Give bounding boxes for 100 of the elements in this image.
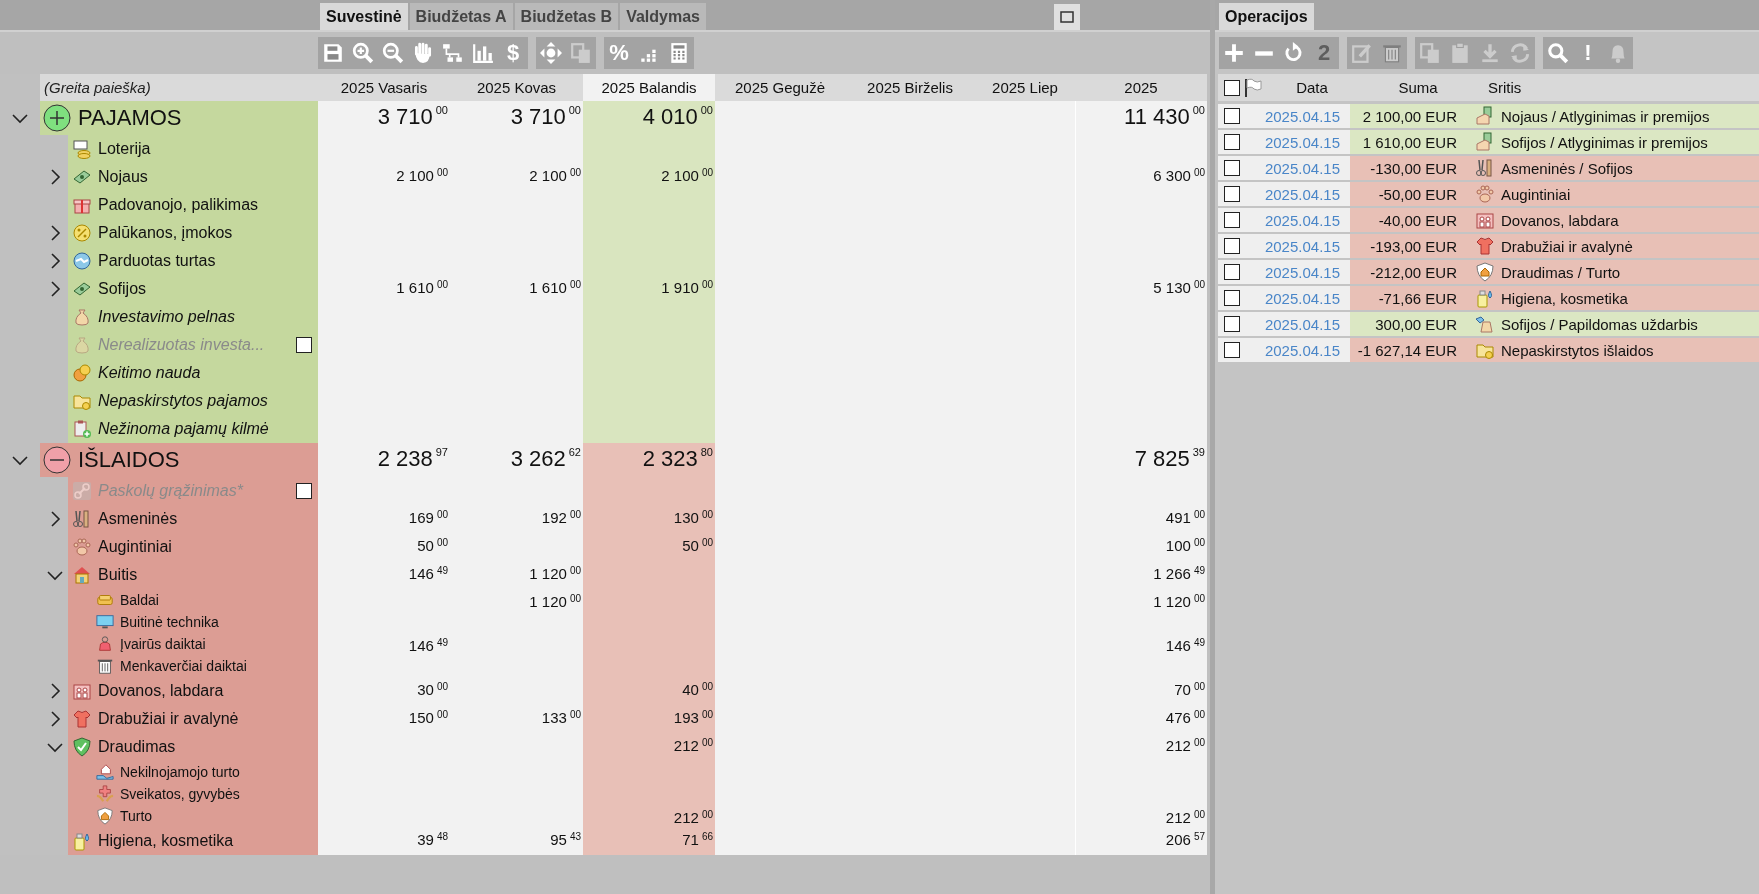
- column-header[interactable]: 2025 Vasaris: [318, 74, 450, 101]
- calculator-icon: [668, 42, 690, 64]
- category-name[interactable]: Baldai: [120, 592, 159, 608]
- category-name[interactable]: Nekilnojamojo turto: [120, 764, 240, 780]
- row-checkbox[interactable]: [1224, 316, 1240, 332]
- coins-icon: [72, 363, 92, 383]
- clipboard-icon: [72, 419, 92, 439]
- trash-icon: [96, 657, 114, 675]
- money-bag-icon: [72, 335, 92, 355]
- column-header[interactable]: Sritis: [1488, 79, 1522, 96]
- category-name[interactable]: Nežinoma pajamų kilmė: [98, 420, 269, 438]
- category-name[interactable]: Palūkanos, įmokos: [98, 224, 233, 242]
- maximize-button[interactable]: [1054, 4, 1080, 30]
- section-title[interactable]: IŠLAIDOS: [78, 447, 180, 473]
- amount-cell: -50,00 EUR: [1350, 182, 1465, 206]
- shirt-icon: [1475, 236, 1495, 256]
- bottle-icon: [72, 831, 92, 851]
- amount-cell: 50 $^{00}$: [583, 533, 715, 561]
- amount-cell: 4 010$^{00}$: [583, 101, 715, 135]
- amount-cell: -71,66 EUR: [1350, 286, 1465, 310]
- amount-cell: 212 $^{00}$: [583, 733, 715, 761]
- amount-cell: -212,00 EUR: [1350, 260, 1465, 284]
- amount-cell: 1 610,00 EUR: [1350, 130, 1465, 154]
- category-name[interactable]: Įvairūs daiktai: [120, 636, 206, 652]
- comb-icon: [1475, 158, 1495, 178]
- row-checkbox[interactable]: [1224, 186, 1240, 202]
- section-title[interactable]: PAJAMOS: [78, 105, 182, 131]
- row-checkbox[interactable]: [1224, 290, 1240, 306]
- save-icon: [322, 42, 344, 64]
- amount-cell: -130,00 EUR: [1350, 156, 1465, 180]
- category-name[interactable]: Turto: [120, 808, 153, 824]
- row-checkbox[interactable]: [1224, 108, 1240, 124]
- row-checkbox[interactable]: [1224, 212, 1240, 228]
- view-tab[interactable]: Valdymas: [620, 3, 706, 30]
- category-name[interactable]: Sofijos: [98, 280, 147, 298]
- category-name: Asmeninės / Sofijos: [1501, 159, 1633, 177]
- category-name[interactable]: Higiena, kosmetika: [98, 832, 234, 850]
- link-icon: [72, 481, 92, 501]
- category-name[interactable]: Buitis: [98, 566, 138, 584]
- amount-cell: 206 $^{57}$: [1075, 827, 1207, 855]
- column-header[interactable]: 2025 Liep: [975, 74, 1075, 101]
- select-all-checkbox[interactable]: [1224, 79, 1240, 96]
- row-checkbox[interactable]: [1224, 264, 1240, 280]
- category-name[interactable]: Nepaskirstytos pajamos: [98, 392, 268, 410]
- column-header[interactable]: 2025 Kovas: [450, 74, 583, 101]
- category-name[interactable]: Draudimas: [98, 738, 176, 756]
- column-header[interactable]: Data: [1266, 79, 1358, 96]
- amount-cell: 300,00 EUR: [1350, 312, 1465, 336]
- amount-cell: 5 130 $^{00}$: [1075, 275, 1207, 303]
- view-tab[interactable]: Biudžetas A: [409, 3, 513, 30]
- column-header[interactable]: 2025 Birželis: [845, 74, 975, 101]
- coin-icon: [72, 223, 92, 243]
- comb-icon: [72, 509, 92, 529]
- shield-icon: [1475, 262, 1495, 282]
- clipboard-icon: [1449, 42, 1471, 64]
- column-header[interactable]: 2025 Gegužė: [715, 74, 845, 101]
- sync-icon: [1509, 42, 1531, 64]
- category-name[interactable]: Padovanojo, palikimas: [98, 196, 259, 214]
- view-tab[interactable]: Suvestinė: [320, 3, 408, 30]
- category-name[interactable]: Nojaus: [98, 168, 148, 186]
- view-tab[interactable]: Biudžetas B: [514, 3, 619, 30]
- amount-cell: -1 627,14 EUR: [1350, 338, 1465, 362]
- row-checkbox[interactable]: [1224, 160, 1240, 176]
- category-name: Draudimas / Turto: [1501, 263, 1621, 281]
- column-header[interactable]: Suma: [1358, 79, 1478, 96]
- zoom-out-icon: [382, 42, 404, 64]
- paw-icon: [1475, 184, 1495, 204]
- category-name[interactable]: Asmeninės: [98, 510, 178, 528]
- amount-cell: 100 $^{00}$: [1075, 533, 1207, 561]
- row-checkbox[interactable]: [1224, 134, 1240, 150]
- category-name[interactable]: Keitimo nauda: [98, 364, 201, 382]
- shield-icon: [96, 807, 114, 825]
- amount-cell: 70 $^{00}$: [1075, 677, 1207, 705]
- category-name[interactable]: Buitinė technika: [120, 614, 219, 630]
- category-name[interactable]: Parduotas turtas: [98, 252, 216, 270]
- category-name[interactable]: Augintiniai: [98, 538, 172, 556]
- category-name: Higiena, kosmetika: [1501, 289, 1628, 307]
- medical-cross-icon: [96, 785, 114, 803]
- amount-cell: 130 $^{00}$: [583, 505, 715, 533]
- quick-search-field[interactable]: (Greita paieška): [40, 74, 318, 101]
- plus-circle-icon: [42, 103, 72, 133]
- category-name[interactable]: Sveikatos, gyvybės: [120, 786, 240, 802]
- category-name[interactable]: Dovanos, labdara: [98, 682, 224, 700]
- row-checkbox[interactable]: [1224, 238, 1240, 254]
- category-name[interactable]: Drabužiai ir avalynė: [98, 710, 239, 728]
- amount-cell: 146 $^{49}$: [1075, 633, 1207, 655]
- category-name: Dovanos, labdara: [1501, 211, 1619, 229]
- category-name[interactable]: Loterija: [98, 140, 151, 158]
- house-icon: [72, 565, 92, 585]
- hierarchy-icon: [442, 42, 464, 64]
- column-header[interactable]: 2025: [1075, 74, 1207, 101]
- trash-icon: [1381, 42, 1403, 64]
- category-name[interactable]: Menkaverčiai daiktai: [120, 658, 247, 674]
- plus-icon: [1223, 42, 1245, 64]
- row-checkbox[interactable]: [1224, 342, 1240, 358]
- amount-cell: 212 $^{00}$: [583, 805, 715, 827]
- panel-tab[interactable]: Operacijos: [1219, 3, 1314, 30]
- monitor-icon: [96, 613, 114, 631]
- category-name[interactable]: Investavimo pelnas: [98, 308, 235, 326]
- copy-icon: [570, 42, 592, 64]
